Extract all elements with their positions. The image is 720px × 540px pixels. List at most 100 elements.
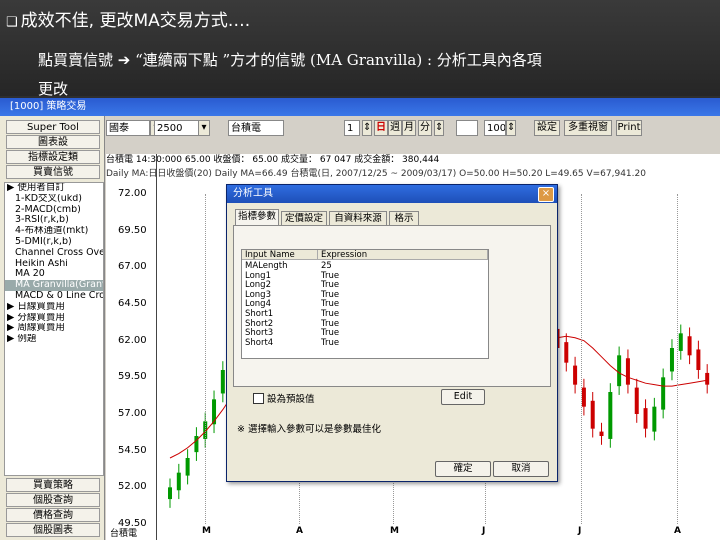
window-title: [1000] 策略交易 xyxy=(10,101,87,112)
candle-body xyxy=(669,348,674,372)
parameter-expression[interactable]: 25 xyxy=(321,262,332,271)
print-button[interactable]: Print xyxy=(616,120,642,136)
candle-body xyxy=(652,406,657,432)
tree-item[interactable]: 5-DMI(r,k,b) xyxy=(5,237,103,248)
dialog-note: ※ 選擇輸入參數可以是參數最佳化 xyxy=(237,424,381,435)
stepper-icon[interactable]: ⇕ xyxy=(506,120,516,136)
stock-name-field[interactable]: 台積電 xyxy=(228,120,284,136)
candle-body xyxy=(661,377,666,410)
sidebar-button-price-query[interactable]: 價格查詢 xyxy=(6,508,100,522)
minute-button[interactable]: 分 xyxy=(418,120,432,136)
tree-item[interactable]: MA Granvilla(Granville) xyxy=(5,280,103,291)
tree-item[interactable]: 3-RSI(r,k,b) xyxy=(5,215,103,226)
tree-item[interactable]: 4-布林通道(mkt) xyxy=(5,226,103,237)
candle-body xyxy=(581,387,586,407)
parameter-row[interactable]: Long1 True xyxy=(242,271,488,281)
tree-item[interactable]: Heikin Ashi xyxy=(5,259,103,270)
y-tick-label: 57.00 xyxy=(118,408,147,419)
broker-combo[interactable]: 國泰 xyxy=(106,120,150,136)
dialog-titlebar: 分析工具 × xyxy=(227,185,557,203)
tree-item[interactable]: ▶ 周線買賣用 xyxy=(5,323,103,334)
close-icon[interactable]: × xyxy=(538,187,554,202)
month-gridline xyxy=(677,194,678,524)
stepper-icon[interactable]: ⇕ xyxy=(434,120,444,136)
bullet-icon: ❑ xyxy=(6,15,18,30)
candle-body xyxy=(599,431,604,436)
tree-item[interactable]: Channel Cross Over / Un xyxy=(5,248,103,259)
tree-item[interactable]: MACD & 0 Line Cross xyxy=(5,291,103,302)
parameter-row[interactable]: Short3 True xyxy=(242,329,488,338)
y-tick-label: 72.00 xyxy=(118,188,147,199)
parameter-row[interactable]: Short2 True xyxy=(242,319,488,329)
month-gridline xyxy=(581,194,582,524)
parameter-row[interactable]: Short1 True xyxy=(242,310,488,319)
tree-item[interactable]: 1-KD交叉(ukd) xyxy=(5,194,103,205)
default-checkbox-label: 設為預設值 xyxy=(267,394,315,405)
minute-number-input[interactable] xyxy=(456,120,478,136)
input-parameter-list[interactable]: Input Name Expression MALength 25 Long1 Tru… xyxy=(241,249,489,359)
parameter-name: Short4 xyxy=(245,337,274,348)
x-tick-label: A xyxy=(296,526,303,536)
sidebar-button-chart-settings[interactable]: 圖表設 xyxy=(6,135,100,149)
candle-body xyxy=(564,342,569,363)
tree-item[interactable]: ▶ 日線買賣用 xyxy=(5,302,103,313)
day-button[interactable]: 日 xyxy=(374,120,388,136)
edit-button[interactable]: Edit xyxy=(441,389,485,405)
bars-number-input[interactable]: 100 xyxy=(484,120,506,136)
candle-body xyxy=(625,358,630,385)
sidebar-button-stock-chart[interactable]: 個股圖表 xyxy=(6,523,100,537)
sidebar-button-strategy[interactable]: 買賣策略 xyxy=(6,478,100,492)
settings-button[interactable]: 設定 xyxy=(534,120,560,136)
tab-data-source[interactable]: 自資料來源 xyxy=(329,211,387,225)
parameter-name: Short3 xyxy=(245,328,274,339)
candle-body xyxy=(608,392,613,439)
candle-body xyxy=(634,387,639,414)
y-tick-label: 62.00 xyxy=(118,334,147,346)
tree-item[interactable]: 2-MACD(cmb) xyxy=(5,205,103,216)
default-checkbox[interactable] xyxy=(253,393,264,404)
parameter-row[interactable]: Long2 True xyxy=(242,281,488,290)
parameter-row[interactable]: Long3 True xyxy=(242,290,488,300)
tab-format[interactable]: 格示 xyxy=(389,211,419,225)
parameter-expression[interactable]: True xyxy=(321,310,339,319)
tree-item[interactable]: ▶ 使用者自訂 xyxy=(5,183,103,194)
sidebar-button-signals[interactable]: 買賣信號 xyxy=(6,165,100,179)
strategy-tree[interactable]: ▶ 使用者自訂 1-KD交叉(ukd) 2-MACD(cmb) 3-RSI(r,k,b… xyxy=(4,182,104,476)
x-tick-label: J xyxy=(482,526,486,536)
candle-body xyxy=(590,400,595,429)
slide-subheading: 點買賣信號 ➔ “連續兩下點 ”方才的信號 (MA Granvilla) : 分… xyxy=(38,51,542,69)
parameter-expression[interactable]: True xyxy=(321,281,339,290)
cancel-button[interactable]: 取消 xyxy=(493,461,549,477)
parameter-row[interactable]: Long4 True xyxy=(242,300,488,309)
slide-subheading-continued: 更改 xyxy=(38,80,69,98)
multi-window-button[interactable]: 多重視窗 xyxy=(564,120,612,136)
month-button[interactable]: 月 xyxy=(402,120,416,136)
parameter-row[interactable]: MALength 25 xyxy=(242,262,488,271)
column-header-input-name[interactable]: Input Name xyxy=(242,250,318,260)
sidebar-button-supertool[interactable]: Super Tool xyxy=(6,120,100,134)
week-button[interactable]: 週 xyxy=(388,120,402,136)
column-header-expression[interactable]: Expression xyxy=(318,250,488,260)
tab-parameters[interactable]: 指標參數 xyxy=(235,209,279,226)
candle-body xyxy=(678,333,683,351)
parameter-name: Long2 xyxy=(245,280,271,291)
parameter-name: MALength xyxy=(245,261,288,271)
stepper-icon[interactable]: ⇕ xyxy=(362,120,372,136)
y-tick-label: 69.50 xyxy=(118,224,147,236)
chevron-down-icon[interactable]: ▾ xyxy=(198,120,210,136)
tree-item[interactable]: MA 20 xyxy=(5,269,103,280)
bottom-stock-label: 台積電 xyxy=(110,529,138,539)
sidebar-button-stock-query[interactable]: 個股查詢 xyxy=(6,493,100,507)
parameter-expression[interactable]: True xyxy=(321,338,339,348)
parameter-row[interactable]: Short4 True xyxy=(242,337,488,348)
candle-body xyxy=(168,487,172,500)
window-titlebar: [1000] 策略交易 xyxy=(0,98,720,116)
y-tick-label: 54.50 xyxy=(118,444,147,456)
period-number-input[interactable]: 1 xyxy=(344,120,360,136)
tree-item[interactable]: ▶ 分線買賣用 xyxy=(5,313,103,324)
parameter-expression[interactable]: True xyxy=(321,329,339,338)
sidebar-button-indicators[interactable]: 指標設定類 xyxy=(6,150,100,164)
tab-pricing[interactable]: 定價設定 xyxy=(281,211,327,225)
tree-item[interactable]: ▶ 例題 xyxy=(5,334,103,345)
ok-button[interactable]: 確定 xyxy=(435,461,491,477)
